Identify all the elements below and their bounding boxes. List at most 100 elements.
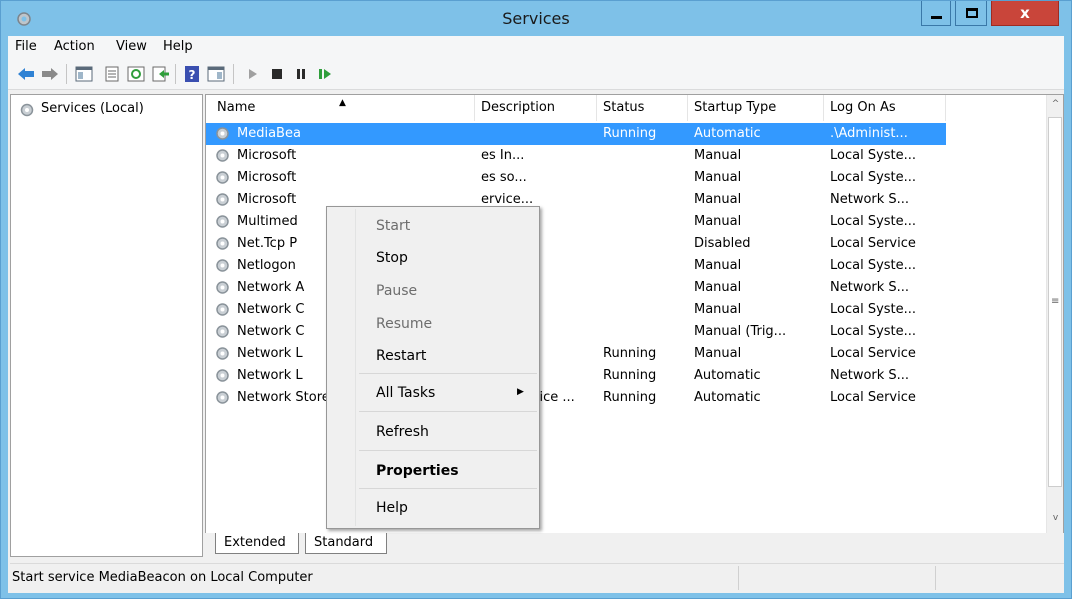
row-cells: Microsoft es so... Manual Local Syste...	[206, 167, 946, 189]
menu-help[interactable]: Help	[163, 39, 193, 54]
context-menu-gutter	[355, 209, 356, 526]
service-gear-icon	[216, 127, 229, 140]
cell-name: Microsoft	[237, 148, 297, 163]
maximize-button[interactable]	[955, 1, 987, 26]
vertical-scrollbar[interactable]: ^ ≡ v	[1046, 95, 1063, 533]
cell-logon: .\Administ...	[830, 126, 908, 141]
context-menu-separator	[359, 373, 537, 374]
start-service-icon[interactable]	[243, 65, 263, 83]
refresh-icon[interactable]	[126, 65, 146, 83]
column-header-startup-type[interactable]: Startup Type	[688, 95, 824, 121]
table-row[interactable]: MediaBea Running Automatic .\Administ...	[206, 123, 1046, 145]
help-icon[interactable]: ?	[182, 65, 202, 83]
cell-status: Running	[603, 368, 657, 383]
cell-status: Running	[603, 390, 657, 405]
status-divider	[935, 566, 936, 590]
service-gear-icon	[216, 281, 229, 294]
cell-startup: Automatic	[694, 368, 761, 383]
service-gear-icon	[216, 149, 229, 162]
cell-logon: Local Service	[830, 236, 916, 251]
row-cells: Network Ces Dir...Manual (Trig...Local S…	[206, 321, 946, 343]
service-gear-icon	[216, 325, 229, 338]
menu-view[interactable]: View	[116, 39, 147, 54]
cell-startup: Automatic	[694, 390, 761, 405]
pause-service-icon[interactable]	[291, 65, 311, 83]
cell-name: Microsoft	[237, 192, 297, 207]
context-menu-separator	[359, 488, 537, 489]
cell-startup: Manual (Trig...	[694, 324, 787, 339]
cell-logon: Local Syste...	[830, 302, 917, 317]
cell-logon: Network S...	[830, 192, 910, 207]
cell-startup: Manual	[694, 214, 742, 229]
console-tree-icon[interactable]	[74, 65, 94, 83]
tab-standard[interactable]: Standard	[305, 533, 387, 554]
cell-startup: Automatic	[694, 126, 761, 141]
cell-logon: Network S...	[830, 280, 910, 295]
row-cells: Network Les th...RunningManualLocal Serv…	[206, 343, 946, 365]
status-divider	[738, 566, 739, 590]
cell-status: Running	[603, 346, 657, 361]
cell-startup: Manual	[694, 346, 742, 361]
svg-text:?: ?	[189, 68, 196, 82]
properties-icon[interactable]	[102, 65, 122, 83]
context-menu-help[interactable]: Help	[376, 500, 408, 516]
column-header-name[interactable]: Name ▲	[206, 95, 475, 121]
cell-logon: Local Syste...	[830, 170, 917, 185]
column-header-description[interactable]: Description	[475, 95, 597, 121]
service-gear-icon	[216, 369, 229, 382]
back-icon[interactable]	[16, 65, 36, 83]
maximize-icon	[966, 8, 978, 18]
resume-service-icon[interactable]	[315, 65, 335, 83]
scroll-up-icon[interactable]: ^	[1047, 99, 1063, 116]
row-cells: MediaBea Running Automatic .\Administ...	[206, 123, 946, 145]
cell-startup: Manual	[694, 170, 742, 185]
context-menu-start[interactable]: Start	[376, 218, 410, 234]
tab-extended[interactable]: Extended	[215, 533, 299, 554]
table-row[interactable]: Microsoft es so... Manual Local Syste...	[206, 167, 1046, 189]
row-cells: Microsoft ervice... Manual Network S...	[206, 189, 946, 211]
cell-startup: Manual	[694, 148, 742, 163]
cell-startup: Manual	[694, 280, 742, 295]
close-icon: x	[1020, 4, 1030, 22]
stop-service-icon[interactable]	[267, 65, 287, 83]
close-button[interactable]: x	[991, 1, 1059, 26]
context-menu-properties[interactable]: Properties	[376, 463, 459, 479]
scroll-thumb[interactable]: ≡	[1048, 117, 1062, 487]
toolbar-separator	[175, 64, 176, 84]
action-pane-icon[interactable]	[206, 65, 226, 83]
status-text: Start service MediaBeacon on Local Compu…	[12, 570, 313, 585]
service-gear-icon	[216, 347, 229, 360]
toolbar-separator	[233, 64, 234, 84]
cell-description: es In...	[481, 148, 525, 163]
services-window: Services x File Action View Help ? Servi…	[0, 0, 1072, 599]
row-cells: Network Store Interface Ser...This servi…	[206, 387, 946, 409]
tree-item-label: Services (Local)	[41, 101, 144, 116]
cell-name: Microsoft	[237, 170, 297, 185]
scroll-down-icon[interactable]: v	[1047, 513, 1063, 530]
context-menu-all-tasks[interactable]: All Tasks	[376, 385, 435, 401]
forward-icon[interactable]	[40, 65, 60, 83]
context-menu-restart[interactable]: Restart	[376, 348, 426, 364]
cell-name: MediaBea	[237, 126, 301, 141]
row-cells: Network Ces o...ManualLocal Syste...	[206, 299, 946, 321]
service-gear-icon	[216, 193, 229, 206]
window-client: File Action View Help ? Services (Local)…	[8, 36, 1064, 593]
menu-file[interactable]: File	[15, 39, 37, 54]
column-header-log-on-as[interactable]: Log On As	[824, 95, 946, 121]
console-tree-pane: Services (Local)	[10, 94, 203, 557]
column-header-status[interactable]: Status	[597, 95, 688, 121]
context-menu-resume[interactable]: Resume	[376, 316, 432, 332]
minimize-button[interactable]	[921, 1, 951, 26]
context-menu-stop[interactable]: Stop	[376, 250, 408, 266]
context-menu-pause[interactable]: Pause	[376, 283, 417, 299]
cell-description: ervice...	[481, 192, 534, 207]
export-icon[interactable]	[150, 65, 170, 83]
table-row[interactable]: Microsoft es In... Manual Local Syste...	[206, 145, 1046, 167]
service-gear-icon	[216, 171, 229, 184]
service-gear-icon	[216, 237, 229, 250]
context-menu-refresh[interactable]: Refresh	[376, 424, 429, 440]
title-bar[interactable]: Services x	[1, 1, 1071, 36]
row-cells: Network Atwor...ManualNetwork S...	[206, 277, 946, 299]
menu-action[interactable]: Action	[54, 39, 95, 54]
cell-logon: Local Service	[830, 390, 916, 405]
